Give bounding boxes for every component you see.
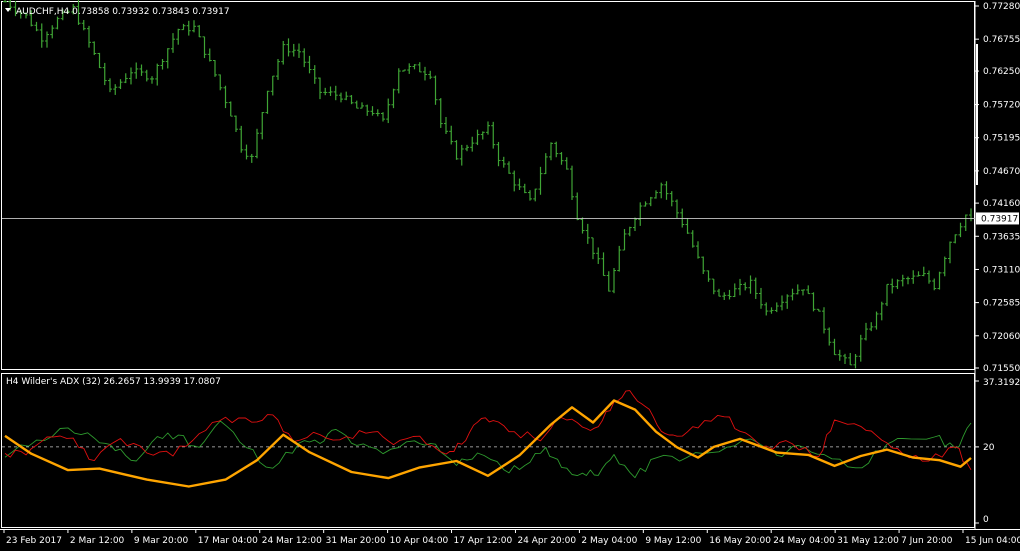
price-tick-label: 0.74670 [983,167,1020,177]
price-tick-label: 0.76755 [983,35,1020,45]
time-tick-label: 23 Feb 2017 [6,536,62,546]
indicator-tick-label: 20 [983,443,995,453]
time-tick-label: 7 Jun 20:00 [901,536,953,546]
time-tick-label: 2 May 04:00 [581,536,637,546]
price-tick-label: 0.74160 [983,199,1020,209]
time-tick-label: 17 Apr 12:00 [454,536,513,546]
chart-canvas: 0.77280 0.76755 0.76250 0.75720 0.75195 0.746… [0,0,1020,551]
time-tick-label: 15 Jun 04:00 [965,536,1020,546]
current-price-label: 0.73917 [981,214,1018,224]
price-tick-label: 0.73110 [983,265,1020,275]
time-tick-label: 9 Mar 20:00 [134,536,189,546]
price-chart-title: AUDCHF,H4 0.73858 0.73932 0.73843 0.7391… [16,7,230,17]
time-tick-label: 2 Mar 12:00 [70,536,125,546]
price-tick-label: 0.77280 [983,2,1020,12]
price-tick-label: 0.75720 [983,101,1020,111]
time-tick-label: 10 Apr 04:00 [390,536,449,546]
time-tick-label: 16 May 20:00 [709,536,771,546]
indicator-tick-label: 37.3192 [983,378,1020,388]
time-tick-label: 17 Mar 04:00 [198,536,258,546]
time-tick-label: 24 Apr 20:00 [517,536,576,546]
chart-background [0,0,1020,551]
time-tick-label: 24 Mar 12:00 [262,536,322,546]
price-tick-label: 0.71550 [983,364,1020,374]
price-tick-label: 0.73635 [983,232,1020,242]
time-tick-label: 9 May 12:00 [645,536,701,546]
indicator-title: H4 Wilder's ADX (32) 26.2657 13.9939 17.… [6,377,221,387]
indicator-tick-label: 0 [983,515,989,525]
time-tick-label: 31 Mar 20:00 [326,536,386,546]
price-tick-label: 0.72585 [983,299,1020,309]
price-tick-label: 0.76250 [983,67,1020,77]
price-tick-label: 0.72060 [983,332,1020,342]
time-tick-label: 24 May 04:00 [773,536,835,546]
time-tick-label: 31 May 12:00 [837,536,899,546]
price-tick-label: 0.75195 [983,134,1020,144]
